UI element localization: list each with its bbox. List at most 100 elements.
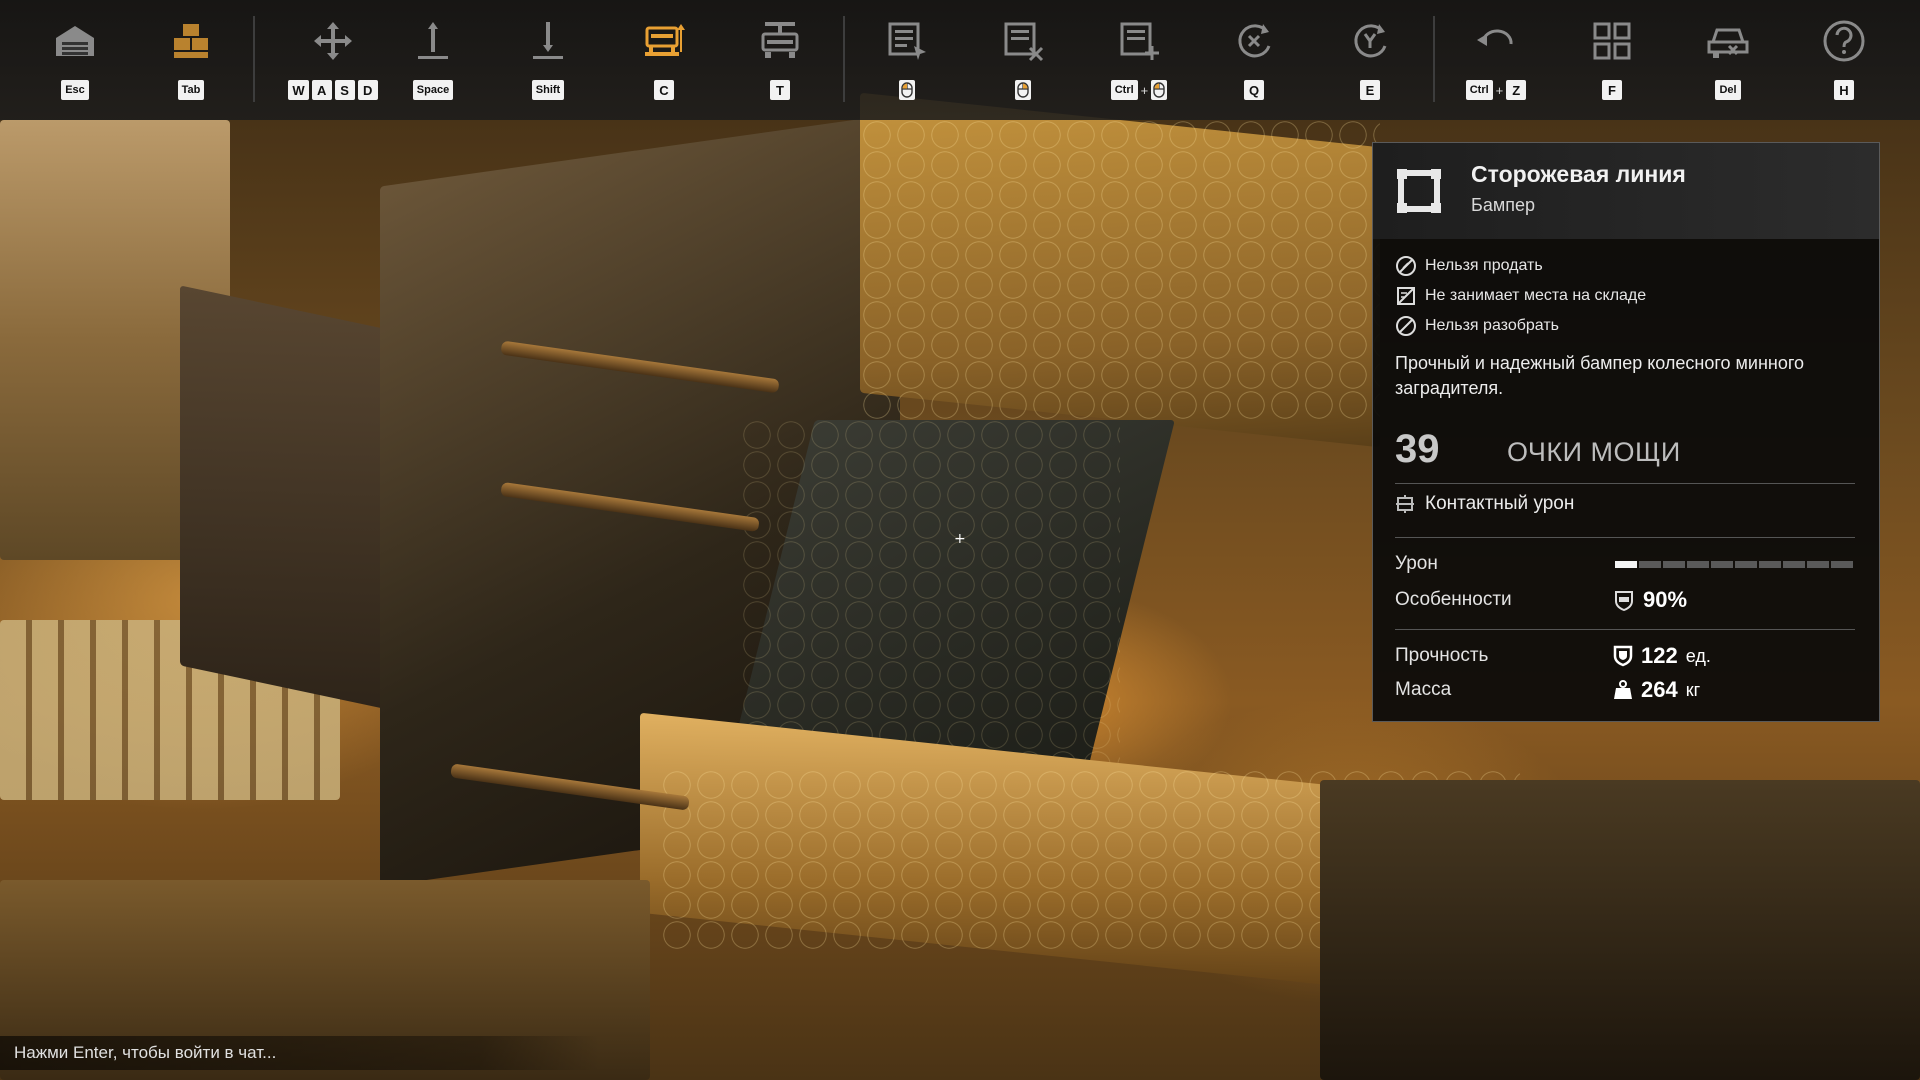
damage-bar-segment	[1711, 561, 1733, 568]
bumper-icon	[1397, 169, 1441, 213]
key-a: A	[311, 80, 332, 100]
chat-input-hint[interactable]: Нажми Enter, чтобы войти в чат...	[0, 1036, 600, 1070]
contact-damage-icon	[1396, 495, 1414, 513]
key-combo-plus: +	[1495, 82, 1504, 98]
key-f: F	[1602, 80, 1622, 100]
crosshair-icon: +	[954, 531, 966, 547]
vehicle-lift-icon	[645, 24, 685, 56]
restriction-label: Нельзя разобрать	[1425, 317, 1559, 334]
garage-toolbar: Esc Tab W A S D Space Shift C T Ctrl + Q…	[0, 0, 1920, 120]
damage-type: Контактный урон	[1395, 493, 1574, 515]
toolbar-inventory[interactable]: Tab	[153, 0, 229, 120]
toolbar-separator	[253, 16, 255, 102]
mass-unit: кг	[1685, 679, 1701, 700]
durability-unit: ед.	[1685, 645, 1711, 666]
item-info-panel: Сторожевая линия Бампер Нельзя продать Н…	[1372, 142, 1880, 722]
rotate-x-icon	[1238, 24, 1271, 58]
durability-shield-icon	[1613, 645, 1633, 667]
key-space: Space	[412, 80, 454, 100]
key-esc: Esc	[61, 80, 89, 100]
move-icon	[314, 22, 352, 60]
item-description: Прочный и надежный бампер колесного минн…	[1395, 353, 1805, 398]
remove-part-icon	[1004, 22, 1044, 62]
restriction-no-dismantle: Нельзя разобрать	[1395, 315, 1559, 337]
toolbar-multi-place[interactable]: Ctrl +	[1101, 0, 1177, 120]
toolbar-vehicle-lift[interactable]: C	[626, 0, 702, 120]
key-s: S	[334, 80, 355, 100]
no-dismantle-icon	[1396, 316, 1416, 336]
delete-vehicle-icon	[1707, 28, 1749, 58]
vehicle-test-icon	[761, 22, 799, 58]
place-part-icon	[888, 22, 926, 60]
no-storage-icon	[1397, 287, 1415, 305]
key-c: C	[654, 80, 674, 100]
hex-pattern-overlay	[740, 420, 1120, 780]
divider	[1395, 483, 1855, 484]
item-info-header: Сторожевая линия Бампер	[1373, 143, 1879, 239]
key-del: Del	[1715, 80, 1741, 100]
key-t: T	[770, 80, 790, 100]
damage-bar-segment	[1639, 561, 1661, 568]
damage-bar-segment	[1759, 561, 1781, 568]
key-combo-plus: +	[1140, 82, 1149, 98]
garage-icon	[56, 26, 94, 56]
toolbar-rotate-x[interactable]: Q	[1216, 0, 1292, 120]
raise-camera-icon	[418, 22, 448, 59]
lower-camera-icon	[533, 22, 563, 59]
hex-pattern-overlay	[860, 120, 1380, 420]
divider	[1395, 629, 1855, 630]
divider	[1395, 537, 1855, 538]
toolbar-help[interactable]: H	[1806, 0, 1882, 120]
durability-stat-value: 122 ед.	[1613, 643, 1711, 669]
item-type: Бампер	[1471, 195, 1535, 215]
features-icon	[1615, 591, 1633, 611]
toolbar-rotate-y[interactable]: E	[1332, 0, 1408, 120]
rotate-y-icon	[1354, 24, 1387, 58]
toolbar-undo[interactable]: Ctrl + Z	[1458, 0, 1534, 120]
features-stat-value: 90%	[1613, 587, 1687, 613]
toolbar-camera-down[interactable]: Shift	[510, 0, 586, 120]
multi-place-icon	[1120, 22, 1159, 60]
toolbar-camera-up[interactable]: Space	[395, 0, 471, 120]
durability-number: 122	[1641, 643, 1678, 668]
toolbar-vehicle-test[interactable]: T	[742, 0, 818, 120]
key-tab: Tab	[177, 80, 205, 100]
key-ctrl: Ctrl	[1110, 80, 1138, 100]
toolbar-exit-garage[interactable]: Esc	[37, 0, 113, 120]
vehicle-grille	[1320, 780, 1920, 1080]
key-z: Z	[1506, 80, 1527, 100]
mass-stat-value: 264 кг	[1613, 677, 1700, 703]
item-name: Сторожевая линия	[1471, 161, 1686, 187]
restriction-no-sell: Нельзя продать	[1395, 255, 1543, 277]
key-ctrl: Ctrl	[1465, 80, 1493, 100]
toolbar-move-camera[interactable]: W A S D	[278, 0, 388, 120]
restriction-no-storage: Не занимает места на складе	[1395, 285, 1646, 307]
key-w: W	[288, 80, 309, 100]
toolbar-grid[interactable]: F	[1574, 0, 1650, 120]
damage-bar-segment	[1663, 561, 1685, 568]
no-sell-icon	[1396, 256, 1416, 276]
restriction-label: Не занимает места на складе	[1425, 287, 1647, 304]
right-mouse-button-icon	[1015, 80, 1031, 100]
weight-icon	[1614, 680, 1632, 699]
key-q: Q	[1244, 80, 1264, 100]
restriction-label: Нельзя продать	[1425, 257, 1543, 274]
mass-number: 264	[1641, 677, 1678, 702]
key-h: H	[1834, 80, 1854, 100]
toolbar-remove-part[interactable]	[985, 0, 1061, 120]
damage-stat-label: Урон	[1395, 553, 1438, 574]
damage-bar-segment	[1831, 561, 1853, 568]
help-icon	[1823, 20, 1865, 62]
key-e: E	[1360, 80, 1380, 100]
damage-bar-segment	[1807, 561, 1829, 568]
durability-stat-label: Прочность	[1395, 645, 1489, 666]
features-percent: 90%	[1643, 587, 1688, 612]
grid-icon	[1593, 22, 1631, 60]
power-score-value: 39	[1395, 427, 1440, 471]
toolbar-place-part[interactable]	[869, 0, 945, 120]
toolbar-delete-vehicle[interactable]: Del	[1690, 0, 1766, 120]
toolbar-separator	[1433, 16, 1435, 102]
damage-bar-segment	[1615, 561, 1637, 568]
undo-icon	[1477, 29, 1513, 46]
damage-type-label: Контактный урон	[1425, 493, 1575, 514]
